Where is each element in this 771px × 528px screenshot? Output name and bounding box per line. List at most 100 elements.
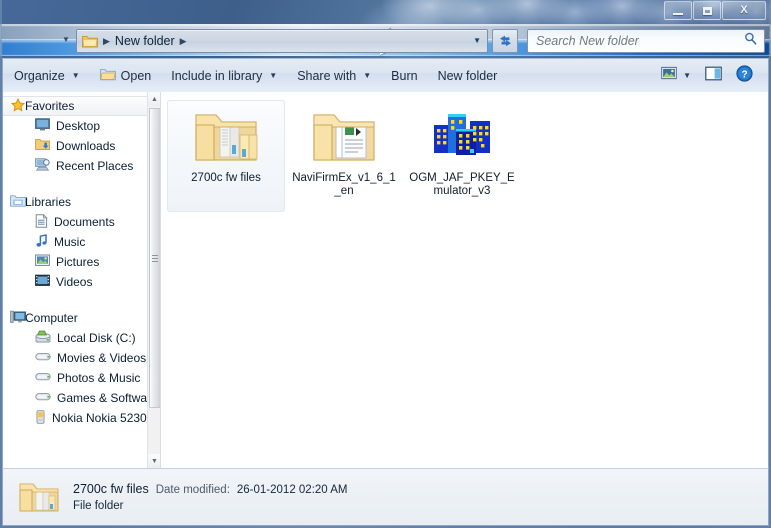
scrollbar-thumb[interactable] <box>149 108 160 408</box>
sidebar-item-libraries[interactable]: Libraries <box>3 192 148 212</box>
sidebar-label-nokia-5230: Nokia Nokia 5230 <box>52 411 147 425</box>
details-item-type: File folder <box>73 500 124 512</box>
details-row-primary: 2700c fw files Date modified: 26-01-2012… <box>73 482 348 496</box>
portable-device-icon <box>35 409 46 427</box>
list-item[interactable]: 2700c fw files <box>167 100 285 212</box>
include-in-library-button[interactable]: Include in library ▼ <box>162 63 286 89</box>
preview-pane-button[interactable] <box>698 63 729 89</box>
star-icon <box>10 97 26 115</box>
address-history-dropdown[interactable]: ▼ <box>473 37 481 45</box>
pictures-icon <box>35 254 50 270</box>
navigation-scrollbar[interactable]: ▲ ▼ <box>147 92 160 468</box>
downloads-icon <box>35 138 50 154</box>
preview-pane-icon <box>705 66 722 86</box>
help-icon: ? <box>736 64 753 87</box>
sidebar-item-recent-places[interactable]: Recent Places <box>3 156 148 176</box>
sidebar-label-desktop: Desktop <box>56 119 101 133</box>
details-date-modified-value: 26-01-2012 02:20 AM <box>236 484 348 496</box>
title-bar: X <box>0 0 771 24</box>
details-pane: 2700c fw files Date modified: 26-01-2012… <box>2 468 769 526</box>
search-input[interactable]: Search New folder <box>536 34 639 48</box>
documents-icon <box>35 213 48 231</box>
share-with-button[interactable]: Share with ▼ <box>288 63 380 89</box>
music-icon <box>35 233 48 251</box>
list-item-label: 2700c fw files <box>191 172 261 184</box>
refresh-button[interactable] <box>492 29 518 53</box>
scrollbar-grip-icon <box>152 254 158 262</box>
sidebar-label-local-disk-c: Local Disk (C:) <box>57 331 136 345</box>
computer-icon <box>10 310 26 327</box>
local-disk-icon <box>35 330 51 346</box>
toolbar-right-group: ▼ ? <box>654 63 768 89</box>
new-folder-button[interactable]: New folder <box>429 63 507 89</box>
chevron-down-icon: ▼ <box>683 70 691 80</box>
sidebar-item-videos[interactable]: Videos <box>3 272 148 292</box>
sidebar-item-local-disk-c[interactable]: Local Disk (C:) <box>3 328 148 348</box>
drive-icon <box>35 371 51 385</box>
nav-gap-1 <box>3 178 148 192</box>
sidebar-item-pictures[interactable]: Pictures <box>3 252 148 272</box>
include-in-library-label: Include in library <box>171 68 263 83</box>
sidebar-item-photos-music[interactable]: Photos & Music <box>3 368 148 388</box>
sidebar-item-documents[interactable]: Documents <box>3 212 148 232</box>
organize-button[interactable]: Organize ▼ <box>5 63 89 89</box>
folder-icon <box>17 477 61 517</box>
command-toolbar: Organize ▼ Open Include in library ▼ Sha… <box>2 58 769 92</box>
recent-places-icon <box>35 158 50 174</box>
help-button[interactable]: ? <box>729 63 760 89</box>
drive-icon <box>35 351 51 365</box>
sidebar-item-games-software[interactable]: Games & Software <box>3 388 148 408</box>
address-bar[interactable]: ▶ New folder ▶ ▼ <box>76 29 488 53</box>
list-item[interactable]: NaviFirmEx_v1_6_1_en <box>285 100 403 212</box>
close-button[interactable]: X <box>722 1 766 20</box>
sidebar-item-nokia-5230[interactable]: Nokia Nokia 5230 <box>3 408 148 428</box>
maximize-icon <box>702 6 712 15</box>
drive-icon <box>35 391 51 405</box>
window-controls: X <box>664 1 766 20</box>
sidebar-item-music[interactable]: Music <box>3 232 148 252</box>
change-view-button[interactable]: ▼ <box>654 63 698 89</box>
organize-label: Organize <box>14 68 65 83</box>
open-button[interactable]: Open <box>91 63 161 89</box>
minimize-button[interactable] <box>664 1 692 20</box>
sidebar-label-downloads: Downloads <box>56 139 116 153</box>
chevron-down-icon: ▼ <box>71 70 80 80</box>
maximize-button[interactable] <box>693 1 721 20</box>
breadcrumb-separator-leading: ▶ <box>103 35 110 46</box>
sidebar-label-pictures: Pictures <box>56 255 100 269</box>
sidebar-label-games-software: Games & Software <box>57 391 148 405</box>
burn-label: Burn <box>391 68 418 83</box>
navigation-pane: Favorites Desktop Downloads Recent Place… <box>3 92 161 468</box>
sidebar-item-favorites[interactable]: Favorites <box>3 96 148 116</box>
window-body: Favorites Desktop Downloads Recent Place… <box>2 92 769 468</box>
sidebar-item-movies-videos[interactable]: Movies & Videos <box>3 348 148 368</box>
desktop-icon <box>35 118 50 134</box>
folder-docs-icon <box>308 105 380 167</box>
minimize-icon <box>673 12 683 15</box>
libraries-icon <box>10 194 26 211</box>
scroll-down-button[interactable]: ▼ <box>148 454 160 468</box>
nav-group-libraries: Libraries Documents Music Pictures Video… <box>3 192 148 292</box>
sidebar-item-desktop[interactable]: Desktop <box>3 116 148 136</box>
close-icon: X <box>740 4 748 16</box>
sidebar-item-downloads[interactable]: Downloads <box>3 136 148 156</box>
explorer-window: X ◀ ▶ ▼ ▶ New folder ▶ ▼ <box>0 0 771 528</box>
breadcrumb-current-folder[interactable]: New folder <box>115 34 175 48</box>
details-item-name: 2700c fw files <box>73 482 149 496</box>
nav-group-favorites: Favorites Desktop Downloads Recent Place… <box>3 96 148 176</box>
file-list-view[interactable]: 2700c fw files NaviFirmEx_v1_6_1_en OGM_… <box>161 92 768 468</box>
sidebar-label-recent-places: Recent Places <box>56 159 134 173</box>
view-picture-icon <box>661 66 677 85</box>
search-box[interactable]: Search New folder <box>527 29 765 53</box>
sidebar-item-computer[interactable]: Computer <box>3 308 148 328</box>
new-folder-label: New folder <box>437 68 498 83</box>
list-item[interactable]: OGM_JAF_PKEY_Emulator_v3 <box>403 100 521 212</box>
application-buildings-icon <box>426 105 498 167</box>
sidebar-label-videos: Videos <box>56 275 93 289</box>
scroll-up-button[interactable]: ▲ <box>148 92 160 106</box>
sidebar-label-favorites: Favorites <box>25 99 75 113</box>
burn-button[interactable]: Burn <box>382 63 426 89</box>
breadcrumb-separator-trailing[interactable]: ▶ <box>180 36 187 46</box>
recent-pages-dropdown[interactable]: ▼ <box>62 36 70 44</box>
sidebar-label-photos-music: Photos & Music <box>57 371 141 385</box>
